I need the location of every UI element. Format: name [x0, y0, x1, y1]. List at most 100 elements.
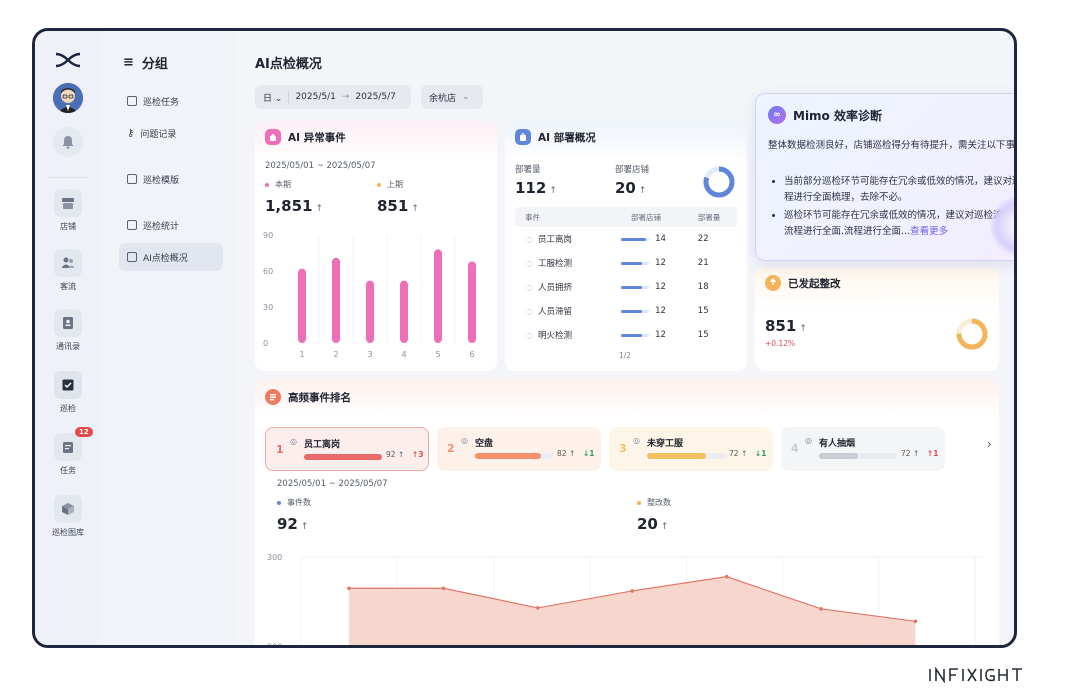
event-cell: ◌ 人员滞留 — [525, 306, 572, 318]
card-header: ∞ Mimo 效率诊断 — [768, 106, 882, 124]
deploy-donut — [703, 166, 735, 198]
ranking-tab[interactable]: 4 ◎ 有人抽烟 72 ↑ ↑1 — [781, 427, 945, 471]
menu-item-label: 巡检统计 — [143, 221, 180, 232]
menu-item-inspection-stats[interactable]: 巡检统计 — [119, 211, 223, 239]
deploy-icon — [515, 129, 531, 145]
event-cell: ◌ 人员拥挤 — [525, 282, 572, 294]
store-cell: 12 — [617, 258, 688, 268]
menu-item-ai-overview[interactable]: AI点检概况 — [119, 243, 223, 271]
rank-number: 3 — [619, 442, 627, 455]
main-content: AI点检概况 日 ⌄ 2025/5/1 → 2025/5/7 余杭店 ⌄ AI … — [237, 31, 1014, 645]
menu-collapse-icon: ≡ — [123, 55, 134, 70]
chevron-down-icon: ⌄ — [462, 92, 470, 102]
store-level-bar — [621, 333, 650, 337]
customer-flow-icon — [54, 249, 82, 277]
store-level-bar — [621, 261, 650, 265]
previous-period-legend: 上期 — [377, 179, 403, 190]
app-logo-icon[interactable] — [55, 51, 81, 69]
rail-divider — [47, 177, 89, 178]
current-period-legend: 本期 — [265, 179, 291, 190]
diagnosis-points: 当前部分巡检环节可能存在冗余或低效的情况，建议对巡检流程进行全面梳理，去除不必。… — [784, 174, 1014, 240]
data-point — [441, 586, 446, 591]
event-value: 92 ↑ — [386, 450, 405, 459]
date-range-filter[interactable]: 日 ⌄ 2025/5/1 → 2025/5/7 — [255, 85, 411, 109]
ranking-icon — [265, 389, 281, 405]
card-header: 已发起整改 — [755, 267, 999, 299]
notification-bell-icon[interactable] — [53, 127, 83, 157]
menu-item-label: 问题记录 — [140, 129, 177, 140]
gallery-icon — [54, 495, 82, 523]
granularity-select[interactable]: 日 ⌄ — [263, 91, 282, 104]
event-name: 有人抽烟 — [819, 439, 856, 449]
date-end[interactable]: 2025/5/7 — [355, 92, 395, 102]
bar — [332, 257, 340, 343]
rank-number: 4 — [791, 442, 799, 455]
icon-rail: 店铺 客流 通讯录 巡检 12 任务 巡检图库 — [35, 31, 101, 645]
app-window: 店铺 客流 通讯录 巡检 12 任务 巡检图库 ≡ 分组 巡检任务 ⚷ 问题记录… — [32, 28, 1017, 648]
data-point — [819, 607, 823, 611]
store-level-bar — [621, 237, 650, 241]
rail-item-customer-flow[interactable]: 客流 — [35, 249, 101, 292]
rank-level-bar — [304, 454, 382, 460]
rail-item-inspection[interactable]: 巡检 — [35, 371, 101, 414]
rectify-change: +0.12% — [765, 339, 796, 348]
menu-item-label: AI点检概况 — [143, 253, 188, 264]
menu-header[interactable]: ≡ 分组 — [123, 53, 168, 72]
crowd-icon: ◌ — [525, 282, 532, 292]
checkbox-icon — [127, 96, 137, 106]
template-icon — [127, 174, 137, 184]
rail-item-task[interactable]: 12 任务 — [35, 427, 101, 476]
rectify-icon — [765, 275, 781, 291]
rail-item-gallery[interactable]: 巡检图库 — [35, 495, 101, 538]
rail-item-store[interactable]: 店铺 — [35, 189, 101, 232]
ranking-tab[interactable]: 1 ◎ 员工离岗 92 ↑ ↑3 — [265, 427, 429, 471]
deploy-store-value: 20 ↑ — [615, 179, 647, 197]
ranking-tab[interactable]: 3 ◎ 未穿工服 72 ↑ ↓1 — [609, 427, 773, 471]
pagination[interactable]: 1/2 — [619, 351, 631, 360]
x-tick-label: 5 — [435, 350, 440, 359]
table-row: ◌ 人员滞留 12 15 — [515, 299, 737, 323]
store-cell: 12 — [617, 306, 688, 316]
event-cell: ◌ 员工离岗 — [525, 234, 572, 246]
card-header: AI 异常事件 — [255, 121, 497, 153]
ai-overview-icon — [127, 252, 137, 262]
count-cell: 15 — [697, 306, 709, 316]
rank-level-bar — [475, 453, 553, 459]
rank-level-bar — [819, 453, 897, 459]
card-header: AI 部署概况 — [505, 121, 747, 153]
user-avatar[interactable] — [53, 83, 83, 113]
rail-item-label: 客流 — [60, 282, 76, 291]
bar — [298, 268, 306, 343]
menu-item-inspection-task[interactable]: 巡检任务 — [119, 87, 223, 115]
menu-item-inspection-template[interactable]: 巡检模版 — [119, 165, 223, 193]
menu-item-issue-record[interactable]: ⚷ 问题记录 — [119, 119, 223, 147]
store-select[interactable]: 余杭店 ⌄ — [421, 85, 483, 109]
ranking-tab[interactable]: 2 ◎ 空盘 82 ↑ ↓1 — [437, 427, 601, 471]
column-header: 部署店铺 — [631, 212, 662, 222]
rail-item-contacts[interactable]: 通讯录 — [35, 309, 101, 352]
previous-period-value: 851 ↑ — [377, 197, 419, 215]
column-header: 部署量 — [697, 212, 721, 222]
view-more-link[interactable]: 查看更多 — [910, 226, 948, 237]
chevron-right-icon[interactable]: › — [987, 437, 999, 451]
count-cell: 22 — [697, 234, 709, 244]
x-tick-label: 3 — [367, 350, 372, 359]
date-separator: → — [341, 92, 350, 102]
data-point — [536, 606, 540, 610]
diagnosis-summary: 整体数据检测良好，店铺巡检得分有待提升，需关注以下事项： — [768, 140, 1017, 151]
event-delta: ↑1 — [927, 449, 939, 458]
uniform-icon: ◎ — [633, 436, 640, 445]
date-start[interactable]: 2025/5/1 — [295, 92, 335, 102]
event-ranking-card: 高频事件排名 1 ◎ 员工离岗 92 ↑ ↑3 2 ◎ 空盘 82 ↑ ↓1 3 ◎ 未穿工服 72 ↑ ↓… — [255, 379, 999, 645]
store-select-value: 余杭店 — [429, 93, 457, 104]
deploy-table: 事件 部署店铺 部署量 ◌ 员工离岗 14 22 ◌ 工服检测 12 21 ◌ 人员拥挤 12 18 ◌… — [515, 207, 737, 347]
rail-item-label: 巡检 — [60, 404, 76, 413]
rank-number: 1 — [276, 443, 284, 456]
bar — [434, 249, 442, 343]
area-fill — [349, 576, 916, 645]
table-row: ◌ 员工离岗 14 22 — [515, 227, 737, 251]
data-point — [630, 589, 635, 593]
menu-header-label: 分组 — [141, 57, 168, 72]
event-value: 82 ↑ — [557, 449, 576, 458]
rectify-count-value: 20 ↑ — [637, 515, 669, 533]
